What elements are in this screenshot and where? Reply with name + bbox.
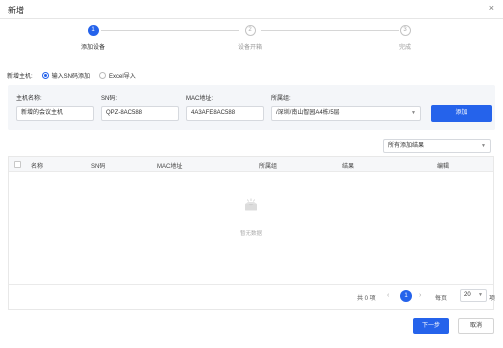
host-name-input[interactable]: 新增的会议主机 bbox=[16, 106, 94, 121]
add-device-form: 主机名称: 新增的会议主机 SN码: QPZ-8AC588 MAC地址: 4A3… bbox=[8, 85, 495, 130]
group-label: 所属组: bbox=[271, 96, 291, 102]
result-filter-value: 所有添加结果 bbox=[388, 143, 425, 149]
empty-state: 暂无数据 bbox=[9, 172, 493, 286]
add-mode-row: 新增主机: 输入SN码添加 Excel导入 bbox=[7, 71, 136, 80]
column-header-mac: MAC地址 bbox=[157, 164, 183, 170]
radio-sn-input[interactable]: 输入SN码添加 bbox=[41, 71, 91, 80]
group-select[interactable]: /深圳/南山智园A4栋/5层 ▼ bbox=[271, 106, 421, 121]
result-filter-select[interactable]: 所有添加结果 ▼ bbox=[383, 139, 491, 153]
header-divider bbox=[0, 18, 503, 19]
chevron-down-icon: ▼ bbox=[478, 292, 483, 298]
group-select-value: /深圳/南山智园A4栋/5层 bbox=[276, 110, 340, 116]
column-header-group: 所属组 bbox=[259, 164, 278, 170]
radio-checked-icon bbox=[41, 72, 49, 79]
select-all-checkbox[interactable] bbox=[14, 161, 21, 168]
page-size-select[interactable]: 20 ▼ bbox=[460, 289, 487, 302]
column-header-sn: SN码 bbox=[91, 164, 106, 170]
column-header-edit: 编辑 bbox=[437, 164, 450, 170]
empty-text: 暂无数据 bbox=[239, 231, 262, 237]
table-header: 名称 SN码 MAC地址 所属组 结果 编辑 bbox=[9, 157, 493, 172]
page-size-value: 20 bbox=[464, 292, 471, 298]
sn-input[interactable]: QPZ-8AC588 bbox=[101, 106, 179, 121]
step-number: 1 bbox=[87, 25, 99, 36]
dialog-title: 新增 bbox=[8, 6, 24, 15]
step-label: 添加设备 bbox=[80, 45, 105, 51]
per-page-label: 每页 bbox=[435, 296, 448, 302]
pagination-total: 共 0 项 bbox=[357, 296, 376, 302]
empty-box-icon bbox=[245, 198, 257, 211]
mac-input[interactable]: 4A3AFE8AC588 bbox=[186, 106, 264, 121]
radio-label: Excel导入 bbox=[109, 74, 136, 80]
step-done: 3 完成 bbox=[375, 25, 435, 51]
mac-label: MAC地址: bbox=[186, 96, 214, 102]
close-icon[interactable]: × bbox=[489, 4, 494, 13]
add-mode-label: 新增主机: bbox=[7, 74, 33, 80]
cancel-button[interactable]: 取消 bbox=[458, 318, 494, 334]
radio-excel-import[interactable]: Excel导入 bbox=[99, 71, 136, 80]
step-label: 完成 bbox=[398, 45, 411, 51]
step-number: 3 bbox=[399, 25, 411, 36]
column-header-result: 结果 bbox=[342, 164, 355, 170]
pagination: 共 0 项 ‹ 1 › 每页 20 ▼ 项 bbox=[9, 284, 496, 309]
next-page-icon[interactable]: › bbox=[419, 292, 421, 299]
chevron-down-icon: ▼ bbox=[411, 110, 416, 116]
prev-page-icon[interactable]: ‹ bbox=[387, 292, 389, 299]
device-table: 名称 SN码 MAC地址 所属组 结果 编辑 暂无数据 共 0 项 ‹ 1 › … bbox=[8, 156, 496, 310]
host-name-label: 主机名称: bbox=[16, 96, 42, 102]
page-number-current[interactable]: 1 bbox=[400, 290, 412, 302]
step-unbox-device: 2 设备开箱 bbox=[220, 25, 280, 51]
radio-unchecked-icon bbox=[99, 72, 107, 79]
step-label: 设备开箱 bbox=[237, 45, 262, 51]
chevron-down-icon: ▼ bbox=[481, 143, 486, 149]
add-button[interactable]: 添加 bbox=[431, 105, 492, 122]
column-header-name: 名称 bbox=[31, 164, 44, 170]
sn-label: SN码: bbox=[101, 96, 118, 102]
per-page-unit: 项 bbox=[489, 296, 496, 302]
step-number: 2 bbox=[244, 25, 256, 36]
step-add-device: 1 添加设备 bbox=[63, 25, 123, 51]
next-step-button[interactable]: 下一步 bbox=[413, 318, 449, 334]
radio-label: 输入SN码添加 bbox=[51, 74, 91, 80]
